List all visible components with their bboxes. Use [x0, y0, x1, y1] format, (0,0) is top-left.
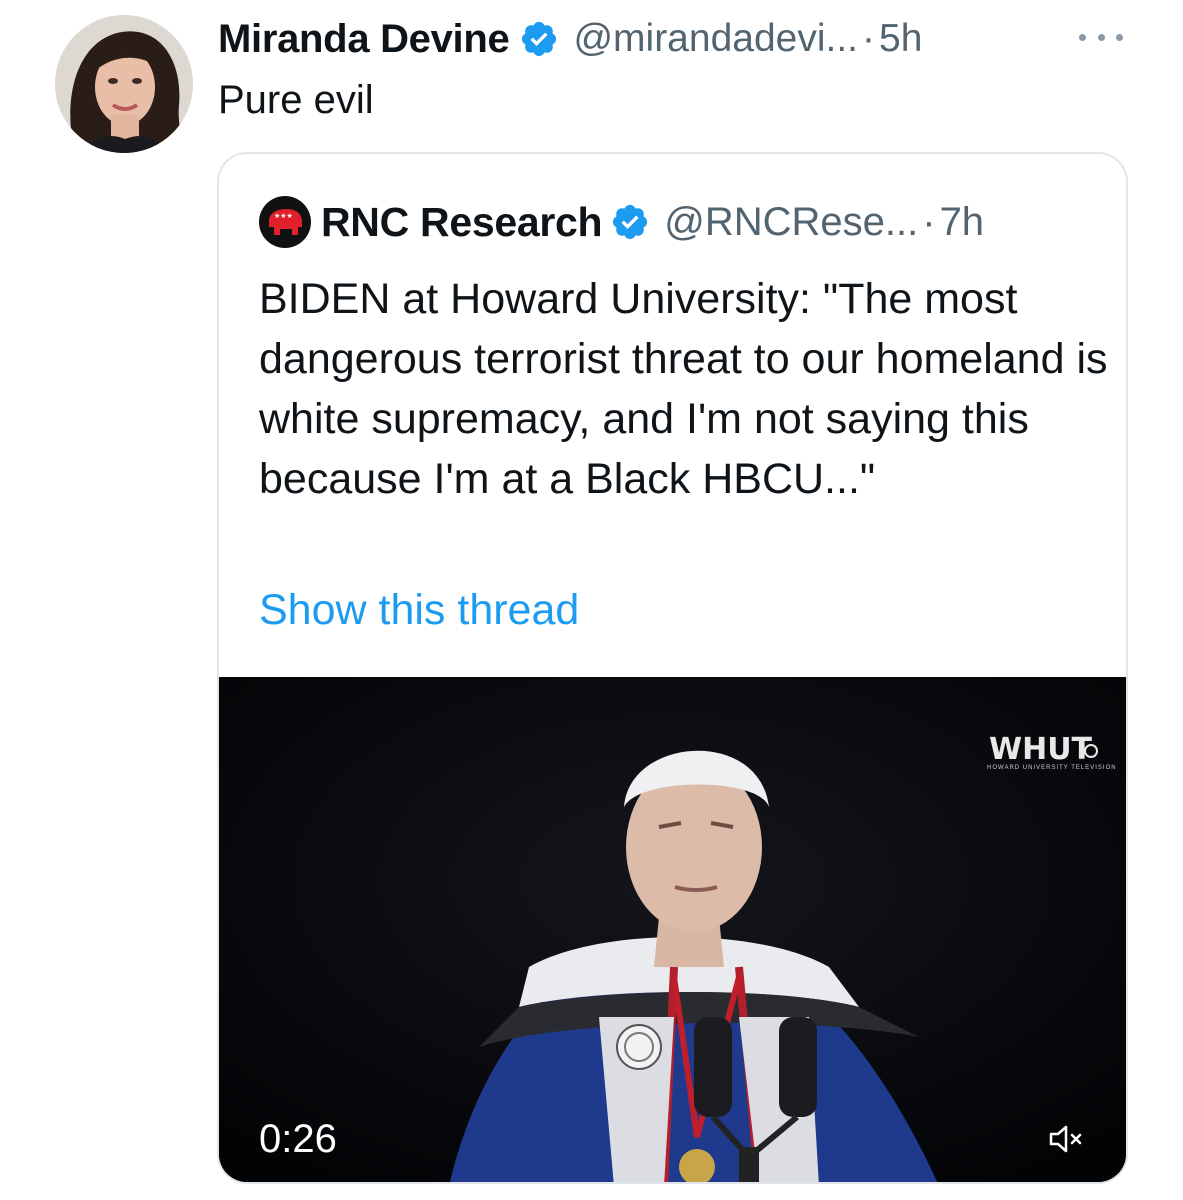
separator-dot: · — [922, 199, 936, 244]
republican-elephant-logo: ★★★ — [259, 196, 311, 248]
video-duration: 0:26 — [259, 1117, 337, 1161]
tweet-timestamp[interactable]: 5h — [879, 17, 922, 61]
quoted-tweet-timestamp[interactable]: 7h — [940, 200, 985, 245]
author-handle[interactable]: @mirandadevi... — [573, 17, 858, 61]
quoted-tweet-text: BIDEN at Howard University: "The most da… — [259, 275, 1108, 503]
quoted-author-handle[interactable]: @RNCRese... — [664, 200, 918, 245]
tweet[interactable]: Miranda Devine @mirandadevi... · 5h Pure… — [0, 0, 1183, 1200]
tweet-text: Pure evil — [218, 78, 374, 122]
tweet-header: Miranda Devine @mirandadevi... · 5h — [218, 12, 1123, 66]
svg-text:★★★: ★★★ — [274, 212, 293, 220]
watermark-text: WHUT — [989, 732, 1093, 767]
show-thread-link[interactable]: Show this thread — [259, 586, 579, 635]
verified-badge-icon — [613, 204, 648, 240]
verified-badge-icon — [522, 21, 557, 57]
separator-dot: · — [862, 17, 875, 60]
speaker-muted-icon[interactable] — [1048, 1122, 1086, 1156]
quoted-author-display-name[interactable]: RNC Research — [321, 199, 603, 246]
quoted-tweet-card[interactable]: ★★★ RNC Research @RNCRese... · 7h BIDEN … — [217, 152, 1128, 1184]
more-horizontal-icon[interactable] — [1079, 22, 1123, 52]
video-player[interactable]: WHUT HOWARD UNIVERSITY TELEVISION 0:26 — [219, 677, 1126, 1182]
author-avatar[interactable] — [55, 15, 193, 153]
watermark-caption: HOWARD UNIVERSITY TELEVISION — [987, 765, 1117, 771]
author-display-name[interactable]: Miranda Devine — [218, 17, 510, 62]
avatar-photo — [55, 15, 193, 153]
quoted-tweet-header: ★★★ RNC Research @RNCRese... · 7h — [259, 194, 984, 250]
